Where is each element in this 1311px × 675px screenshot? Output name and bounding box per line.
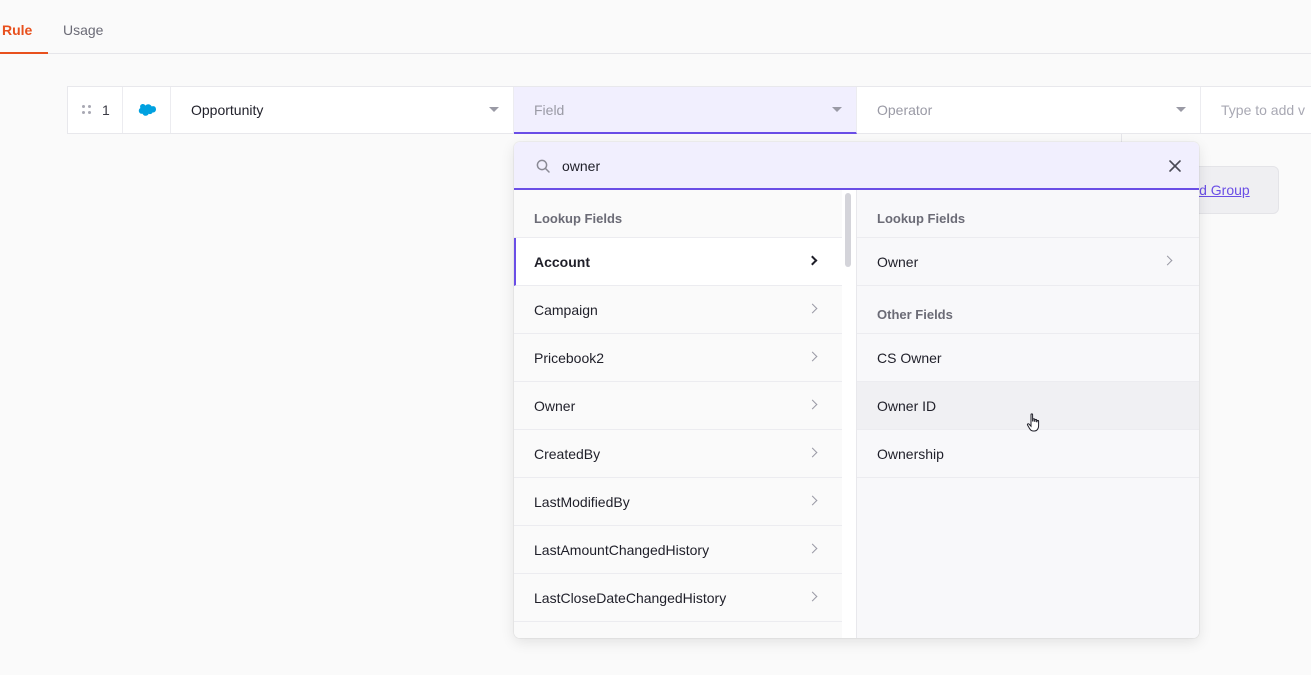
list-item-label: Owner ID bbox=[877, 398, 937, 414]
rule-index-cell: 1 bbox=[68, 87, 123, 133]
field-dropdown: Lookup Fields Account Campaign Pricebook… bbox=[514, 142, 1199, 638]
chevron-right-icon bbox=[807, 543, 818, 554]
list-item-lastmodifiedby[interactable]: LastModifiedBy bbox=[514, 478, 842, 526]
section-header: Lookup Fields bbox=[514, 190, 842, 238]
list-item-lastamountchangedhistory[interactable]: LastAmountChangedHistory bbox=[514, 526, 842, 574]
operator-select[interactable]: Operator bbox=[857, 87, 1201, 133]
list-item-owner-lookup[interactable]: Owner bbox=[857, 238, 1199, 286]
rule-row: 1 Opportunity Field Operator Type to add… bbox=[67, 86, 1311, 134]
list-item-cs-owner[interactable]: CS Owner bbox=[857, 334, 1199, 382]
list-item-label: Owner bbox=[877, 254, 919, 270]
tab-rule[interactable]: Rule bbox=[0, 0, 48, 54]
chevron-right-icon bbox=[807, 303, 818, 314]
value-input-placeholder: Type to add v bbox=[1221, 102, 1306, 118]
list-item-label: Account bbox=[534, 254, 590, 270]
drag-handle-icon[interactable] bbox=[82, 105, 94, 115]
scrollbar-thumb[interactable] bbox=[845, 193, 851, 267]
list-scrollbar[interactable] bbox=[842, 190, 856, 638]
field-search-input[interactable] bbox=[562, 154, 1142, 178]
tab-usage[interactable]: Usage bbox=[63, 0, 103, 54]
field-search bbox=[514, 142, 1199, 190]
field-select[interactable]: Field bbox=[514, 87, 857, 134]
object-select[interactable]: Opportunity bbox=[171, 87, 514, 133]
list-item-owner[interactable]: Owner bbox=[514, 382, 842, 430]
chevron-right-icon bbox=[1162, 255, 1173, 266]
chevron-right-icon bbox=[807, 447, 818, 458]
field-select-placeholder: Field bbox=[534, 101, 565, 118]
list-item-ownership[interactable]: Ownership bbox=[857, 430, 1199, 478]
list-item-label: CreatedBy bbox=[534, 446, 601, 462]
chevron-right-icon bbox=[807, 351, 818, 362]
close-icon[interactable] bbox=[1168, 159, 1182, 173]
chevron-down-icon bbox=[832, 107, 842, 112]
list-item-label: Pricebook2 bbox=[534, 350, 605, 366]
chevron-right-icon bbox=[807, 591, 818, 602]
hand-pointer-icon bbox=[1026, 413, 1040, 432]
chevron-right-icon bbox=[807, 495, 818, 506]
list-item-createdby[interactable]: CreatedBy bbox=[514, 430, 842, 478]
list-item-lastclosedatechangedhistory[interactable]: LastCloseDateChangedHistory bbox=[514, 574, 842, 622]
list-item-label: LastAmountChangedHistory bbox=[534, 542, 710, 558]
object-select-value: Opportunity bbox=[191, 102, 264, 118]
list-item-label: CS Owner bbox=[877, 350, 942, 366]
lookup-objects-list: Lookup Fields Account Campaign Pricebook… bbox=[514, 190, 842, 638]
chevron-down-icon bbox=[489, 107, 499, 112]
list-item-label: LastCloseDateChangedHistory bbox=[534, 590, 727, 606]
list-item-pricebook2[interactable]: Pricebook2 bbox=[514, 334, 842, 382]
operator-select-placeholder: Operator bbox=[877, 102, 933, 118]
search-icon bbox=[536, 159, 550, 173]
list-item-label: LastModifiedBy bbox=[534, 494, 630, 510]
section-header-other: Other Fields bbox=[857, 286, 1199, 334]
tab-bar: Rule Usage bbox=[0, 0, 1311, 54]
rule-index: 1 bbox=[102, 102, 110, 118]
list-item-campaign[interactable]: Campaign bbox=[514, 286, 842, 334]
section-header-lookup: Lookup Fields bbox=[857, 190, 1199, 238]
chevron-right-icon bbox=[807, 399, 818, 410]
value-input[interactable]: Type to add v bbox=[1201, 87, 1311, 133]
list-item-label: Ownership bbox=[877, 446, 944, 462]
salesforce-cloud-icon bbox=[138, 103, 156, 116]
list-item-label: Campaign bbox=[534, 302, 598, 318]
salesforce-cell bbox=[123, 87, 171, 133]
chevron-right-icon bbox=[807, 255, 818, 266]
chevron-down-icon bbox=[1176, 107, 1186, 112]
list-item-label: Owner bbox=[534, 398, 576, 414]
list-item-account[interactable]: Account bbox=[514, 238, 842, 286]
